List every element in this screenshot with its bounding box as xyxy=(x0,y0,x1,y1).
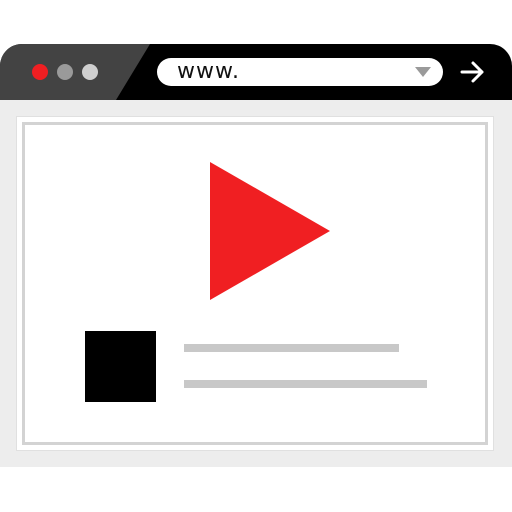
close-dot-button[interactable] xyxy=(32,64,48,80)
address-text: www. xyxy=(177,59,240,84)
address-bar[interactable]: www. xyxy=(157,58,443,86)
browser-window-illustration: www. xyxy=(0,0,512,512)
window-controls-area xyxy=(0,44,150,100)
text-placeholder-line xyxy=(184,344,399,352)
text-placeholder-line xyxy=(184,380,427,388)
browser-title-bar: www. xyxy=(0,44,512,100)
caret-down-icon[interactable] xyxy=(415,67,431,77)
video-thumbnail[interactable] xyxy=(85,331,156,402)
minimize-dot-button[interactable] xyxy=(57,64,73,80)
play-icon[interactable] xyxy=(210,162,330,300)
arrow-right-icon[interactable] xyxy=(458,58,488,86)
maximize-dot-button[interactable] xyxy=(82,64,98,80)
